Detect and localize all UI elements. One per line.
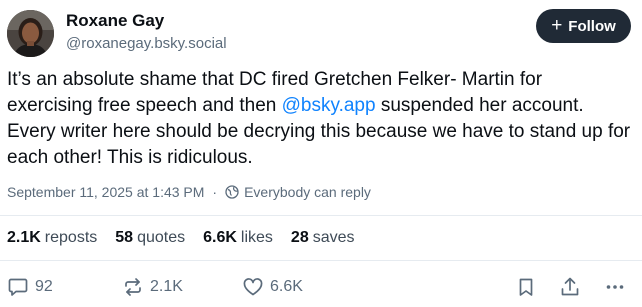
action-bar: 92 2.1K 6.6K	[0, 272, 642, 304]
reposts-count: 2.1K	[7, 229, 41, 246]
post-text: It’s an absolute shame that DC fired Gre…	[7, 67, 632, 171]
more-icon	[606, 285, 624, 289]
avatar[interactable]	[7, 10, 54, 57]
bookmark-button[interactable]	[515, 276, 537, 298]
reply-count: 92	[35, 278, 53, 295]
likes-count: 6.6K	[203, 229, 237, 246]
like-icon	[243, 278, 263, 296]
reply-setting[interactable]: Everybody can reply	[225, 184, 371, 200]
reply-setting-label: Everybody can reply	[244, 184, 371, 200]
author-display-name[interactable]: Roxane Gay	[66, 10, 227, 32]
meta-separator: ·	[212, 184, 218, 200]
quotes-count: 58	[115, 229, 134, 246]
repost-button[interactable]: 2.1K	[122, 276, 183, 298]
repost-count: 2.1K	[150, 278, 183, 295]
saves-label: saves	[312, 229, 355, 246]
mention-link[interactable]: @bsky.app	[282, 95, 376, 116]
author-info: Roxane Gay @roxanegay.bsky.social	[66, 10, 227, 55]
saves-stat[interactable]: 28 saves	[291, 229, 355, 247]
share-button[interactable]	[559, 276, 581, 298]
follow-button-label: Follow	[568, 17, 616, 35]
divider	[0, 260, 642, 261]
saves-count: 28	[290, 229, 309, 246]
likes-stat[interactable]: 6.6K likes	[203, 229, 273, 247]
more-options-button[interactable]	[604, 276, 626, 298]
quotes-label: quotes	[137, 229, 186, 246]
post-meta: September 11, 2025 at 1:43 PM · Everybod…	[7, 184, 371, 200]
reposts-stat[interactable]: 2.1K reposts	[7, 229, 97, 247]
post-timestamp[interactable]: September 11, 2025 at 1:43 PM	[7, 184, 204, 200]
quotes-stat[interactable]: 58 quotes	[115, 229, 185, 247]
post-stats: 2.1K reposts 58 quotes 6.6K likes 28 saves	[7, 229, 355, 247]
reposts-label: reposts	[44, 229, 98, 246]
divider	[0, 215, 642, 216]
share-icon	[561, 277, 579, 296]
post-card: Roxane Gay @roxanegay.bsky.social + Foll…	[0, 0, 642, 307]
reply-icon	[8, 278, 28, 296]
reply-button[interactable]: 92	[7, 276, 53, 298]
repost-icon	[125, 278, 141, 296]
author-handle[interactable]: @roxanegay.bsky.social	[66, 33, 227, 55]
likes-label: likes	[240, 229, 273, 246]
like-count: 6.6K	[270, 278, 303, 295]
bookmark-icon	[519, 278, 533, 296]
plus-icon: +	[551, 14, 563, 36]
like-button[interactable]: 6.6K	[242, 276, 303, 298]
follow-button[interactable]: + Follow	[536, 9, 631, 43]
globe-icon	[225, 185, 239, 199]
